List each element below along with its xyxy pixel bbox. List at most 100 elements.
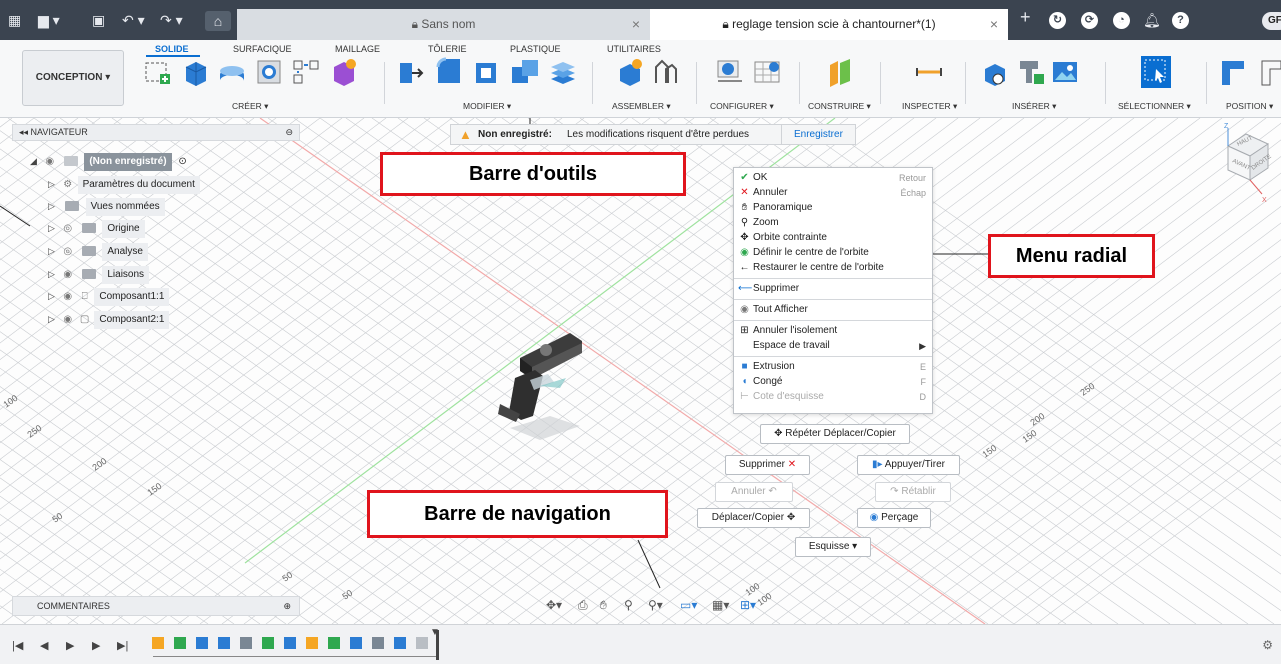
pan-icon[interactable]: ✋︎: [600, 598, 607, 613]
go-to-start-icon[interactable]: |◀: [12, 639, 23, 652]
tab-utilitaires[interactable]: UTILITAIRES: [607, 44, 661, 54]
plus-circle-icon[interactable]: ⊕: [283, 597, 291, 615]
save-icon[interactable]: ▣: [92, 12, 105, 28]
menu-item-orbit[interactable]: ✥ Orbite contrainte: [734, 231, 932, 245]
expanded-triangle-icon[interactable]: ◢: [30, 152, 40, 170]
tab-tolerie[interactable]: TÔLERIE: [428, 44, 467, 54]
hole-icon[interactable]: [254, 57, 284, 87]
collapsed-triangle-icon[interactable]: ▷: [48, 287, 58, 305]
group-assembler[interactable]: ASSEMBLER ▾: [612, 101, 671, 112]
eye-icon[interactable]: ◉: [61, 266, 75, 284]
timeline-feature-icon[interactable]: [372, 637, 384, 649]
tab-solide[interactable]: SOLIDE: [155, 44, 189, 54]
timeline-feature-icon[interactable]: [416, 637, 428, 649]
shell-icon[interactable]: [472, 57, 502, 87]
pattern-icon[interactable]: [291, 57, 321, 87]
group-construire[interactable]: CONSTRUIRE ▾: [808, 101, 871, 112]
notifications-icon[interactable]: 🔔︎: [1143, 12, 1161, 28]
measure-icon[interactable]: [914, 57, 944, 87]
help-icon[interactable]: ?: [1172, 12, 1189, 29]
tab-surfacique[interactable]: SURFACIQUE: [233, 44, 292, 54]
minus-circle-icon[interactable]: ⊖: [285, 125, 293, 140]
marker-handle-icon[interactable]: ▼: [430, 627, 440, 638]
delete-button[interactable]: Supprimer ✕: [725, 455, 810, 475]
group-position[interactable]: POSITION ▾: [1226, 101, 1273, 112]
eye-hidden-icon[interactable]: ◎: [61, 243, 75, 261]
tree-item[interactable]: ▷ ◉ ⎕ Composant1:1: [48, 287, 170, 306]
menu-item-show-all[interactable]: ◉ Tout Afficher: [734, 303, 932, 317]
construct-plane-icon[interactable]: [825, 57, 855, 87]
redo-icon[interactable]: ↷ ▾: [160, 12, 183, 28]
menu-item-sketch-dimension[interactable]: ⊢ Cote d'esquisse D: [734, 390, 932, 404]
menu-item-delete[interactable]: ⟵ Supprimer: [734, 282, 932, 296]
menu-item-reset-orbit-center[interactable]: ← Restaurer le centre de l'orbite: [734, 261, 932, 275]
viewports-icon[interactable]: ⊞▾: [740, 598, 756, 612]
timeline-feature-icon[interactable]: [174, 637, 186, 649]
timeline-feature-icon[interactable]: [284, 637, 296, 649]
menu-item-pan[interactable]: ✋︎ Panoramique: [734, 201, 932, 215]
position-icon[interactable]: [1218, 57, 1248, 87]
menu-item-workspace[interactable]: Espace de travail ▶: [734, 339, 932, 353]
fit-icon[interactable]: ⚲▾: [648, 598, 663, 612]
group-inserer[interactable]: INSÉRER ▾: [1012, 101, 1056, 112]
timeline-feature-icon[interactable]: [350, 637, 362, 649]
home-icon[interactable]: ⌂: [205, 11, 231, 31]
timeline-feature-icon[interactable]: [306, 637, 318, 649]
redo-button[interactable]: ↷ Rétablir: [875, 482, 951, 502]
tab-plastique[interactable]: PLASTIQUE: [510, 44, 561, 54]
step-back-icon[interactable]: ◀: [40, 639, 48, 652]
navigator-header[interactable]: ◂◂ NAVIGATEUR ⊖: [12, 124, 300, 141]
menu-item-ok[interactable]: ✔ OK Retour: [734, 171, 932, 185]
eye-icon[interactable]: ◉: [61, 311, 75, 329]
hole-button[interactable]: ◉ Perçage: [857, 508, 931, 528]
insert-canvas-icon[interactable]: [1050, 57, 1080, 87]
group-selectionner[interactable]: SÉLECTIONNER ▾: [1118, 101, 1191, 112]
collapsed-triangle-icon[interactable]: ▷: [48, 197, 58, 215]
group-configurer[interactable]: CONFIGURER ▾: [710, 101, 774, 112]
insert-mcmaster-icon[interactable]: [1016, 57, 1046, 87]
eye-icon[interactable]: ◉: [43, 153, 57, 171]
extrude-icon[interactable]: [180, 57, 210, 87]
tree-item[interactable]: ▷ ◉ Liaisons: [48, 265, 150, 284]
file-menu-icon[interactable]: ▆ ▾: [38, 12, 60, 28]
move-copy-button[interactable]: Déplacer/Copier ✥: [697, 508, 810, 528]
timeline-feature-icon[interactable]: [152, 637, 164, 649]
tree-item[interactable]: ▷ ◎ Origine: [48, 219, 145, 238]
orbit-icon[interactable]: ✥▾: [546, 598, 562, 612]
menu-item-fillet[interactable]: ◖ Congé F: [734, 375, 932, 389]
combine-icon[interactable]: [510, 57, 540, 87]
position-capture-icon[interactable]: [1258, 57, 1281, 87]
group-creer[interactable]: CRÉER ▾: [232, 101, 268, 112]
insert-derive-icon[interactable]: [980, 57, 1010, 87]
configure-table-icon[interactable]: [752, 57, 782, 87]
fillet-icon[interactable]: [434, 57, 464, 87]
look-at-icon[interactable]: ⎙: [578, 598, 588, 613]
extensions-icon[interactable]: ⟳: [1081, 12, 1098, 29]
avatar[interactable]: GF: [1262, 12, 1281, 30]
collapsed-triangle-icon[interactable]: ▷: [48, 242, 58, 260]
gear-icon[interactable]: ⚙: [1262, 638, 1273, 652]
go-to-end-icon[interactable]: ▶|: [117, 639, 128, 652]
collapsed-triangle-icon[interactable]: ▷: [48, 175, 58, 193]
create-form-icon[interactable]: [328, 57, 358, 87]
timeline-feature-icon[interactable]: [240, 637, 252, 649]
collapsed-triangle-icon[interactable]: ▷: [48, 310, 58, 328]
timeline-feature-icon[interactable]: [328, 637, 340, 649]
offset-face-icon[interactable]: [548, 57, 578, 87]
eye-hidden-icon[interactable]: ◎: [61, 220, 75, 238]
menu-item-unisolate[interactable]: ⊞ Annuler l'isolement: [734, 324, 932, 338]
workspace-switcher[interactable]: CONCEPTION ▾: [22, 50, 124, 106]
data-panel-icon[interactable]: ↻: [1049, 12, 1066, 29]
menu-item-extrude[interactable]: ■ Extrusion E: [734, 360, 932, 374]
close-icon[interactable]: ×: [632, 9, 640, 40]
tree-item[interactable]: ▷ Vues nommées: [48, 197, 165, 216]
menu-item-cancel[interactable]: ✕ Annuler Échap: [734, 186, 932, 200]
display-settings-icon[interactable]: ▭▾: [680, 598, 697, 612]
menu-item-zoom[interactable]: ⚲ Zoom: [734, 216, 932, 230]
tab-maillage[interactable]: MAILLAGE: [335, 44, 380, 54]
select-icon[interactable]: [1140, 55, 1172, 89]
collapsed-triangle-icon[interactable]: ▷: [48, 265, 58, 283]
timeline-feature-icon[interactable]: [196, 637, 208, 649]
tree-item[interactable]: ▷ ⚙ Paramètres du document: [48, 175, 200, 194]
group-modifier[interactable]: MODIFIER ▾: [463, 101, 511, 112]
